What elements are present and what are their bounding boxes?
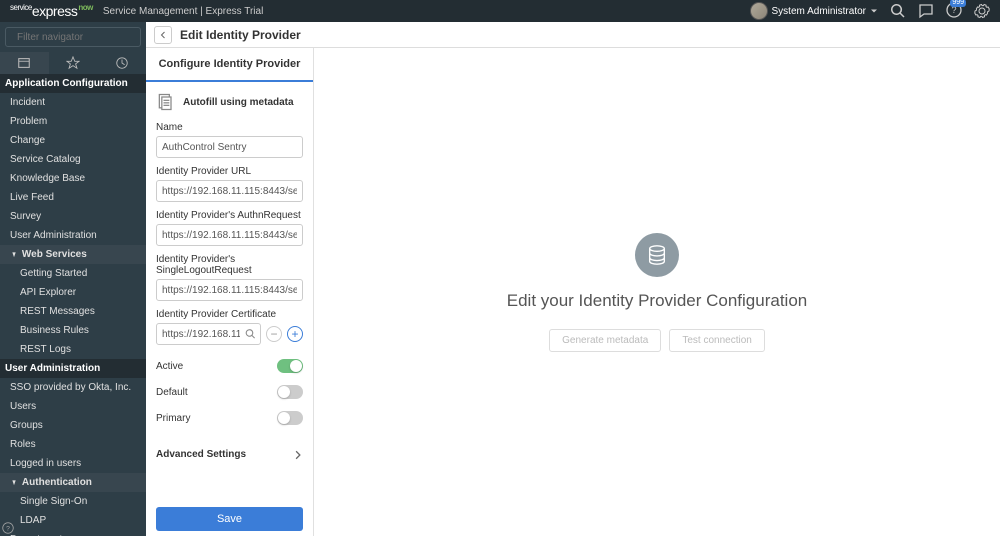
nav-web-services[interactable]: ▼Web Services [0,245,146,264]
breadcrumb: Service Management | Express Trial [103,6,263,17]
save-button[interactable]: Save [156,507,303,531]
back-button[interactable] [154,26,172,44]
nav-sso-okta[interactable]: SSO provided by Okta, Inc. [0,378,146,397]
nav-getting-started[interactable]: Getting Started [0,264,146,283]
advanced-label: Advanced Settings [156,449,246,460]
nav-api-explorer[interactable]: API Explorer [0,283,146,302]
svg-text:?: ? [6,525,10,532]
input-logout[interactable] [156,279,303,301]
label-cert: Identity Provider Certificate [156,309,303,320]
nav-user-admin[interactable]: User Administration [0,226,146,245]
user-menu[interactable]: System Administrator [750,2,878,20]
section-user-admin: User Administration [0,359,146,378]
nav-live-feed[interactable]: Live Feed [0,188,146,207]
tab-history[interactable] [97,52,146,74]
avatar [750,2,768,20]
nav-sso[interactable]: Single Sign-On [0,492,146,511]
advanced-settings[interactable]: Advanced Settings [156,441,303,468]
help-icon[interactable]: ? 999 [946,2,962,21]
filter-navigator[interactable] [5,27,141,47]
document-icon [156,92,176,112]
label-idp-url: Identity Provider URL [156,166,303,177]
toggle-default[interactable] [277,385,303,399]
filter-input[interactable] [17,32,149,43]
label-primary: Primary [156,413,190,424]
search-icon[interactable] [245,329,256,340]
nav-rest-logs[interactable]: REST Logs [0,340,146,359]
top-bar: serviceexpressnow Service Management | E… [0,0,1000,22]
tab-apps[interactable] [0,52,49,74]
test-connection-button[interactable]: Test connection [669,329,765,352]
help-corner-icon[interactable]: ? [2,522,14,534]
label-active: Active [156,361,183,372]
autofill-metadata[interactable]: Autofill using metadata [146,82,313,122]
logo: serviceexpressnow [10,3,93,19]
label-logout: Identity Provider's SingleLogoutRequest [156,254,303,276]
input-idp-url[interactable] [156,180,303,202]
tab-favorites[interactable] [49,52,98,74]
nav-authentication[interactable]: ▼Authentication [0,473,146,492]
tab-configure-idp[interactable]: Configure Identity Provider [146,48,313,82]
database-icon [635,233,679,277]
nav-survey[interactable]: Survey [0,207,146,226]
search-icon[interactable] [890,3,906,19]
chat-icon[interactable] [918,3,934,19]
chevron-right-icon [293,450,303,460]
nav-rest-messages[interactable]: REST Messages [0,302,146,321]
nav-logged-in-users[interactable]: Logged in users [0,454,146,473]
gear-icon[interactable] [974,3,990,19]
toggle-active[interactable] [277,359,303,373]
content-header: Edit Identity Provider [146,22,1000,48]
generate-metadata-button[interactable]: Generate metadata [549,329,661,352]
nav-service-catalog[interactable]: Service Catalog [0,150,146,169]
nav-incident[interactable]: Incident [0,93,146,112]
nav-ldap[interactable]: LDAP [0,511,146,530]
label-name: Name [156,122,303,133]
right-panel: Edit your Identity Provider Configuratio… [314,48,1000,536]
input-name[interactable] [156,136,303,158]
help-badge: 999 [950,0,966,7]
toggle-primary[interactable] [277,411,303,425]
autofill-label: Autofill using metadata [183,97,294,108]
section-app-config: Application Configuration [0,74,146,93]
label-authn: Identity Provider's AuthnRequest [156,210,303,221]
nav-change[interactable]: Change [0,131,146,150]
nav-problem[interactable]: Problem [0,112,146,131]
nav-departments[interactable]: Departments [0,530,146,536]
cert-remove-button[interactable]: − [266,326,282,342]
cert-add-button[interactable]: + [287,326,303,342]
input-authn[interactable] [156,224,303,246]
page-title: Edit Identity Provider [180,28,301,42]
nav-roles[interactable]: Roles [0,435,146,454]
nav-groups[interactable]: Groups [0,416,146,435]
right-title: Edit your Identity Provider Configuratio… [507,291,808,311]
nav-users[interactable]: Users [0,397,146,416]
sidebar: Application Configuration Incident Probl… [0,22,146,536]
nav-knowledge-base[interactable]: Knowledge Base [0,169,146,188]
user-name: System Administrator [772,6,866,17]
label-default: Default [156,387,188,398]
nav-business-rules[interactable]: Business Rules [0,321,146,340]
